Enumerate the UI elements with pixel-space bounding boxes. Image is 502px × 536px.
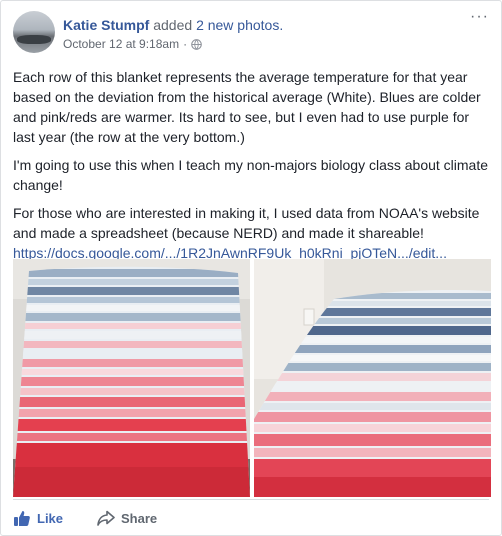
author-name[interactable]: Katie Stumpf [63, 17, 149, 33]
share-label: Share [121, 510, 158, 526]
thumbs-up-icon [13, 509, 31, 527]
photos-link[interactable]: 2 new photos. [196, 17, 283, 33]
more-options-icon[interactable]: ··· [470, 9, 489, 25]
post-title-line: Katie Stumpf added 2 new photos. [63, 17, 283, 33]
post-paragraph-2: I'm going to use this when I teach my no… [13, 157, 489, 193]
photo-blanket-right[interactable] [254, 259, 491, 497]
post-text: Each row of this blanket represents the … [13, 67, 489, 271]
meta-separator: · [183, 37, 188, 51]
post-paragraph-1: Each row of this blanket represents the … [13, 69, 481, 145]
post-card: Katie Stumpf added 2 new photos. October… [0, 0, 502, 536]
like-label: Like [37, 510, 64, 526]
post-header: Katie Stumpf added 2 new photos. October… [13, 9, 489, 55]
photo-blanket-left[interactable] [13, 259, 250, 497]
post-meta: October 12 at 9:18am · [63, 37, 202, 51]
post-action-text: added [153, 17, 193, 33]
like-button[interactable]: Like [13, 509, 63, 527]
share-arrow-icon [97, 510, 115, 526]
share-button[interactable]: Share [97, 510, 157, 526]
timestamp[interactable]: October 12 at 9:18am [63, 37, 179, 51]
post-paragraph-3: For those who are interested in making i… [13, 203, 489, 263]
avatar[interactable] [13, 11, 55, 53]
globe-icon[interactable] [191, 38, 202, 50]
post-actions: Like Share [13, 499, 489, 536]
post-paragraph-3-text: For those who are interested in making i… [13, 205, 480, 241]
photo-grid [13, 259, 491, 497]
